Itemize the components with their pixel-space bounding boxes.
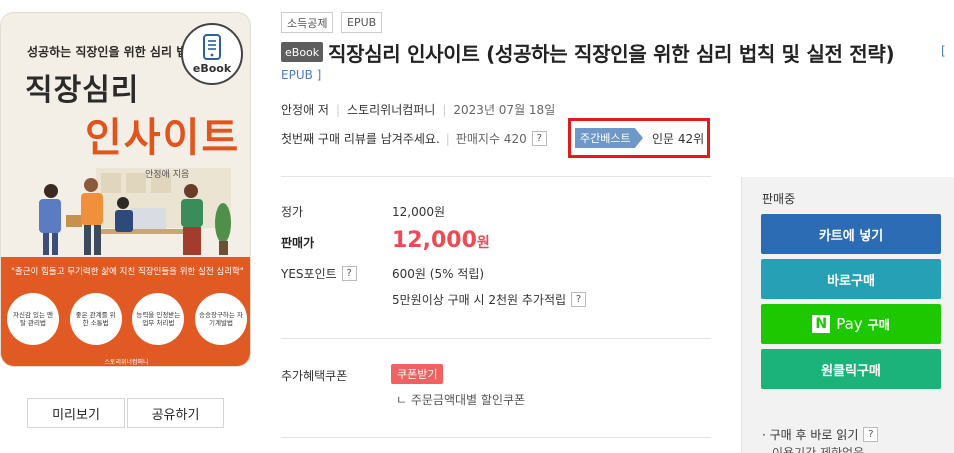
sale-price-label: 판매가 [281, 236, 315, 250]
preview-button[interactable]: 미리보기 [27, 398, 125, 428]
list-price-label: 정가 [281, 205, 304, 219]
share-button[interactable]: 공유하기 [127, 398, 224, 428]
ebook-badge-label: eBook [192, 61, 232, 75]
points-value: 600원 (5% 적립) [392, 267, 485, 281]
usage-period: 이용기간 제한없음 [772, 446, 865, 453]
get-coupon-button[interactable]: 쿠폰받기 [391, 364, 444, 384]
naver-pay-icon: N [812, 315, 831, 333]
instant-read-text: · 구매 후 바로 읽기 [762, 428, 859, 442]
tag-tax-deduction: 소득공제 [281, 12, 334, 33]
divider: | [445, 131, 450, 146]
naver-pay-buy: 구매 [867, 317, 890, 332]
naver-pay-button[interactable]: N Pay 구매 [761, 304, 941, 344]
cover-circle: 좋은 관계를 위한 소통법 [69, 293, 122, 345]
points-extra: 5만원이상 구매 시 2천원 추가적립 [392, 293, 567, 307]
divider: | [335, 102, 341, 117]
points-label-row: YES포인트 ? [281, 265, 357, 282]
cover-circle: 승승장구하는 자기계발법 [194, 293, 247, 345]
divider [281, 437, 711, 438]
one-click-buy-button[interactable]: 원클릭구매 [761, 349, 941, 389]
divider [281, 176, 711, 177]
cover-band-text: "출근이 힘들고 무기력한 삶에 지친 직장인들을 위한 실전 심리학" [11, 267, 244, 277]
weekly-best-tag[interactable]: 주간베스트 [575, 128, 643, 148]
sales-index: 판매지수 420 [455, 132, 527, 146]
buy-now-button[interactable]: 바로구매 [761, 259, 941, 299]
help-icon[interactable]: ? [571, 292, 587, 307]
coupon-label: 추가혜택쿠폰 [281, 369, 348, 383]
format-link-open[interactable]: [ [941, 44, 946, 58]
points-extra-row: 5만원이상 구매 시 2천원 추가적립 ? [392, 291, 587, 308]
help-icon[interactable]: ? [341, 266, 357, 281]
bestseller-rank[interactable]: 인문 42위 [652, 130, 704, 147]
sale-price-value: 12,000 [392, 228, 477, 253]
format-link[interactable]: EPUB ] [281, 68, 321, 82]
sale-price-unit: 원 [476, 235, 490, 251]
ebook-chip: eBook [281, 42, 324, 62]
ebook-badge: eBook [181, 23, 243, 85]
ebook-reader-icon [203, 33, 221, 60]
product-title: 직장심리 인사이트 (성공하는 직장인을 위한 심리 법칙 및 실전 전략) [328, 42, 895, 66]
help-icon[interactable]: ? [863, 427, 879, 442]
author-link[interactable]: 안정애 저 [281, 101, 329, 118]
cover-publisher: 스토리위너컴퍼니 [104, 359, 149, 366]
sale-status: 판매중 [762, 192, 796, 206]
coupon-sub-link[interactable]: ㄴ 주문금액대별 할인쿠폰 [396, 391, 525, 408]
cover-title-line2: 인사이트 [85, 115, 241, 161]
publisher-link[interactable]: 스토리위너컴퍼니 [347, 101, 435, 118]
publish-date: 2023년 07월 18일 [453, 103, 556, 117]
cover-circle: 능력을 인정받는 업무 처리법 [132, 293, 185, 345]
cover-illustration [39, 168, 231, 255]
instant-read-row: · 구매 후 바로 읽기 ? [762, 426, 879, 443]
cover-circles: 자신감 있는 멘탈 관리법 좋은 관계를 위한 소통법 능력을 인정받는 업무 … [7, 293, 247, 345]
sale-price: 12,000원 [392, 228, 490, 253]
review-prompt-link[interactable]: 첫번째 구매 리뷰를 남겨주세요. [281, 130, 440, 147]
list-price-value: 12,000원 [392, 205, 446, 219]
divider: | [442, 102, 447, 117]
help-icon[interactable]: ? [531, 131, 547, 146]
tag-epub: EPUB [341, 12, 383, 33]
cover-circle: 자신감 있는 멘탈 관리법 [7, 293, 59, 345]
cover-author: 안정애 지음 [145, 170, 190, 180]
divider [281, 338, 711, 339]
points-label: YES포인트 [281, 267, 337, 281]
review-row: 첫번째 구매 리뷰를 남겨주세요. | 판매지수 420 ? [281, 130, 547, 147]
cover-title-line1: 직장심리 [25, 73, 140, 108]
naver-pay-word: Pay [836, 315, 863, 333]
product-meta: 안정애 저 | 스토리위너컴퍼니 | 2023년 07월 18일 [281, 101, 555, 118]
add-to-cart-button[interactable]: 카트에 넣기 [761, 214, 941, 254]
